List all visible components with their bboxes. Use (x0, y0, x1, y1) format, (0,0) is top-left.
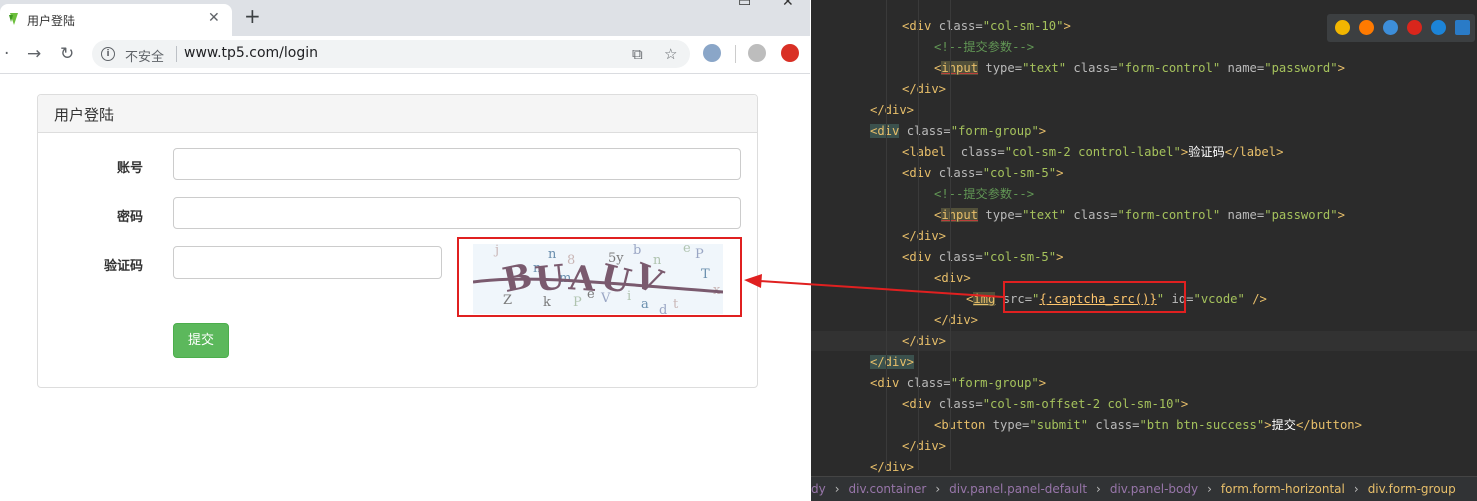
info-icon[interactable]: i (101, 47, 115, 61)
captcha-input[interactable] (173, 246, 442, 279)
thinkphp-logo-icon (9, 13, 18, 25)
tab-active[interactable]: 用户登陆 ✕ (0, 4, 232, 36)
code-line[interactable]: <div class="col-sm-5"> (902, 163, 1063, 183)
breadcrumb: dy › div.container › div.panel.panel-default… (811, 476, 1477, 501)
code-line[interactable]: <div> (934, 268, 971, 288)
breadcrumb-item[interactable]: div.panel-body (1110, 482, 1198, 496)
breadcrumb-item[interactable]: div.panel.panel-default (949, 482, 1087, 496)
close-window-icon[interactable]: ✕ (782, 0, 794, 10)
breadcrumb-separator: › (834, 482, 840, 496)
account-input[interactable] (173, 148, 741, 180)
browser-toolbar: · → ↻ i 不安全 www.tp5.com/login ⧉ ☆ (0, 36, 810, 74)
opera-icon[interactable] (1407, 20, 1422, 35)
tab-close-icon[interactable]: ✕ (208, 10, 220, 26)
captcha-highlight-box (457, 237, 742, 317)
breadcrumb-item[interactable]: div.container (849, 482, 927, 496)
password-label: 密码 (116, 210, 143, 225)
code-line[interactable]: </div> (902, 226, 946, 246)
preview-browser-icons (1327, 14, 1475, 42)
safari-icon[interactable] (1383, 20, 1398, 35)
panel-heading: 用户登陆 (38, 95, 757, 133)
code-line[interactable]: </div> (902, 436, 946, 456)
code-line[interactable]: <input type="text" class="form-control" … (934, 205, 1345, 225)
back-icon[interactable]: · (4, 44, 9, 64)
browser-window: 用户登陆 ✕ + ▭ ✕ · → ↻ i 不安全 www.tp5.com/log… (0, 0, 810, 501)
insecure-label: 不安全 (125, 50, 165, 65)
extension-icon[interactable] (703, 44, 721, 62)
code-line[interactable]: <div class="form-group"> (870, 121, 1046, 141)
update-icon[interactable] (781, 44, 799, 62)
firefox-icon[interactable] (1359, 20, 1374, 35)
code-line[interactable]: <div class="col-sm-5"> (902, 247, 1063, 267)
code-line[interactable]: <div class="form-group"> (870, 373, 1046, 393)
breadcrumb-separator: › (1207, 482, 1212, 496)
submit-button[interactable]: 提交 (173, 323, 229, 358)
code-line[interactable]: <div class="col-sm-offset-2 col-sm-10"> (902, 394, 1188, 414)
panel-title: 用户登陆 (54, 106, 115, 124)
translate-icon[interactable]: ⧉ (632, 45, 643, 63)
account-label: 账号 (116, 161, 143, 176)
ie-icon[interactable] (1431, 20, 1446, 35)
chrome-icon[interactable] (1335, 20, 1350, 35)
reload-icon[interactable]: ↻ (60, 44, 74, 64)
code-line[interactable]: </div> (902, 79, 946, 99)
code-line[interactable]: <label class="col-sm-2 control-label">验证… (902, 142, 1283, 162)
captcha-src-highlight-box (1003, 281, 1186, 313)
bookmark-star-icon[interactable]: ☆ (664, 45, 677, 63)
breadcrumb-separator: › (935, 482, 941, 496)
omnibox-divider (176, 46, 177, 62)
address-bar[interactable]: i 不安全 www.tp5.com/login ⧉ ☆ (92, 40, 690, 68)
code-line[interactable]: <button type="submit" class="btn btn-suc… (934, 415, 1362, 435)
password-input[interactable] (173, 197, 741, 229)
profile-avatar-icon[interactable] (748, 44, 766, 62)
code-line[interactable]: </div> (870, 352, 915, 372)
breadcrumb-item[interactable]: form.form-horizontal (1221, 482, 1345, 496)
code-line[interactable]: <div class="col-sm-10"> (902, 16, 1071, 36)
code-editor: <div class="col-sm-10"> <!--提交参数--> <input… (811, 0, 1477, 501)
indent-guide (918, 0, 919, 470)
indent-guide (886, 0, 887, 470)
breadcrumb-separator: › (1096, 482, 1101, 496)
edge-icon[interactable] (1455, 20, 1470, 35)
minimize-icon[interactable]: ▭ (738, 0, 751, 10)
code-line[interactable]: </div> (934, 310, 978, 330)
code-line[interactable]: </div> (870, 100, 914, 120)
breadcrumb-separator: › (1353, 482, 1359, 496)
breadcrumb-item[interactable]: dy (811, 482, 826, 496)
breadcrumb-item[interactable]: div.form-group (1368, 482, 1456, 496)
code-line[interactable]: </div> (870, 457, 914, 477)
tab-strip: 用户登陆 ✕ + ▭ ✕ (0, 0, 810, 36)
code-line[interactable]: </div> (902, 331, 946, 351)
code-line[interactable]: <input type="text" class="form-control" … (934, 58, 1345, 78)
url-text[interactable]: www.tp5.com/login (184, 45, 318, 61)
toolbar-divider (735, 45, 736, 63)
captcha-label: 验证码 (103, 259, 143, 274)
indent-guide (950, 0, 951, 470)
new-tab-button[interactable]: + (244, 4, 261, 28)
forward-icon[interactable]: → (27, 44, 41, 64)
tab-title: 用户登陆 (27, 14, 76, 28)
